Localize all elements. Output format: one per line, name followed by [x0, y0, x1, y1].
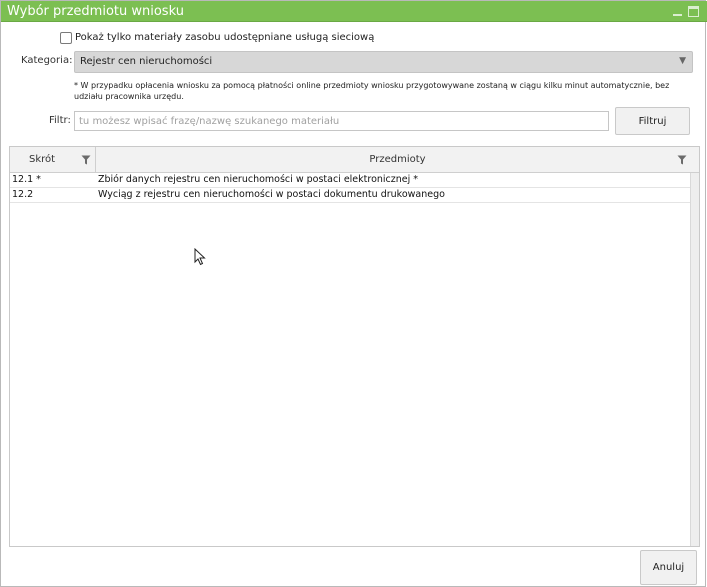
materials-grid: Skrót Przedmioty 12.1 * Zbiór danych rej… — [9, 146, 700, 547]
cancel-button[interactable]: Anuluj — [640, 550, 697, 585]
payment-note: * W przypadku opłacenia wniosku za pomoc… — [74, 81, 670, 101]
table-row[interactable]: 12.2 Wyciąg z rejestru cen nieruchomości… — [10, 188, 690, 203]
mouse-cursor-icon — [194, 248, 206, 266]
shared-only-label[interactable]: Pokaż tylko materiały zasobu udostępnian… — [75, 32, 374, 43]
chevron-down-icon[interactable]: ▼ — [679, 56, 686, 66]
column-header-przedmioty[interactable]: Przedmioty — [96, 147, 699, 172]
category-selected-value: Rejestr cen nieruchomości — [80, 56, 213, 67]
filter-label: Filtr: — [49, 115, 71, 126]
column-header-skrot[interactable]: Skrót — [10, 147, 96, 172]
column-title-przedmioty: Przedmioty — [369, 154, 426, 165]
maximize-icon[interactable] — [688, 6, 699, 17]
cell-przedmiot: Wyciąg z rejestru cen nieruchomości w po… — [98, 189, 445, 200]
dialog-title: Wybór przedmiotu wniosku — [7, 4, 184, 19]
filter-button[interactable]: Filtruj — [615, 107, 690, 135]
cell-skrot: 12.1 * — [12, 174, 41, 185]
shared-only-checkbox[interactable] — [60, 32, 72, 44]
filter-icon[interactable] — [677, 155, 687, 165]
category-label: Kategoria: — [21, 55, 73, 66]
table-row[interactable]: 12.1 * Zbiór danych rejestru cen nieruch… — [10, 173, 690, 188]
grid-scrollbar[interactable] — [690, 173, 699, 546]
grid-header: Skrót Przedmioty — [10, 147, 699, 173]
cell-przedmiot: Zbiór danych rejestru cen nieruchomości … — [98, 174, 419, 185]
minimize-icon[interactable] — [672, 6, 683, 17]
dialog: Wybór przedmiotu wniosku Pokaż tylko mat… — [0, 0, 707, 587]
title-bar[interactable]: Wybór przedmiotu wniosku — [1, 1, 707, 22]
filter-icon[interactable] — [81, 155, 91, 165]
category-select[interactable]: Rejestr cen nieruchomości ▼ — [74, 51, 693, 73]
cell-skrot: 12.2 — [12, 189, 34, 200]
filter-input[interactable] — [74, 111, 609, 131]
